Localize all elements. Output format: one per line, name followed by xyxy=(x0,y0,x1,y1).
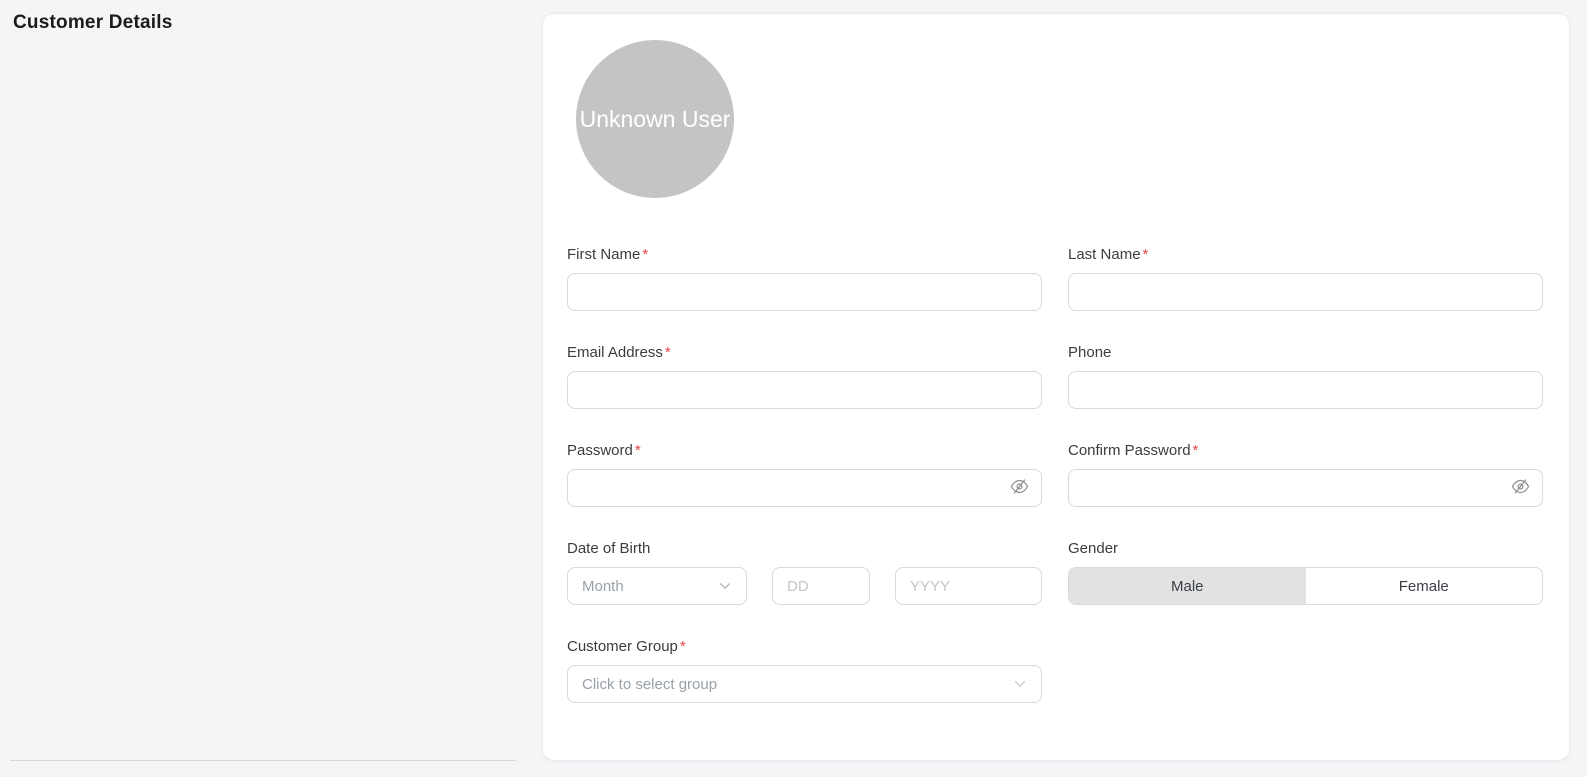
first-name-label-text: First Name xyxy=(567,246,641,263)
gender-option-female[interactable]: Female xyxy=(1306,568,1543,604)
phone-input[interactable] xyxy=(1068,371,1543,409)
left-panel-divider xyxy=(10,760,516,761)
confirm-password-input[interactable] xyxy=(1068,469,1543,507)
gender-toggle-group: Male Female xyxy=(1068,567,1543,605)
phone-label: Phone xyxy=(1068,344,1543,362)
page-title: Customer Details xyxy=(13,12,173,33)
required-mark: * xyxy=(634,442,641,459)
email-label: Email Address * xyxy=(567,344,1042,362)
confirm-password-label-text: Confirm Password xyxy=(1068,442,1191,459)
password-label-text: Password xyxy=(567,442,633,459)
field-gender: Gender Male Female xyxy=(1068,540,1543,605)
password-visibility-toggle[interactable] xyxy=(1010,478,1029,498)
field-password: Password * xyxy=(567,442,1042,507)
dob-label: Date of Birth xyxy=(567,540,1042,558)
required-mark: * xyxy=(664,344,671,361)
field-confirm-password: Confirm Password * xyxy=(1068,442,1543,507)
required-mark: * xyxy=(1142,246,1149,263)
dob-label-text: Date of Birth xyxy=(567,540,651,557)
required-mark: * xyxy=(642,246,649,263)
dob-month-placeholder: Month xyxy=(582,577,624,595)
field-date-of-birth: Date of Birth Month xyxy=(567,540,1042,605)
last-name-label-text: Last Name xyxy=(1068,246,1141,263)
last-name-input[interactable] xyxy=(1068,273,1543,311)
customer-group-select[interactable]: Click to select group xyxy=(567,665,1042,703)
customer-form: First Name * Last Name * Email Address * Ph… xyxy=(567,246,1543,703)
field-last-name: Last Name * xyxy=(1068,246,1543,311)
required-mark: * xyxy=(679,638,686,655)
dob-day-input[interactable] xyxy=(772,567,870,605)
gender-label: Gender xyxy=(1068,540,1543,558)
dob-controls: Month xyxy=(567,567,1042,605)
password-input-wrap xyxy=(567,469,1042,507)
avatar-label: Unknown User xyxy=(579,105,731,132)
customer-details-card: Unknown User First Name * Last Name * Emai… xyxy=(542,13,1570,761)
email-input[interactable] xyxy=(567,371,1042,409)
last-name-label: Last Name * xyxy=(1068,246,1543,264)
password-input[interactable] xyxy=(567,469,1042,507)
eye-invisible-icon xyxy=(1511,478,1530,498)
field-first-name: First Name * xyxy=(567,246,1042,311)
first-name-label: First Name * xyxy=(567,246,1042,264)
email-label-text: Email Address xyxy=(567,344,663,361)
field-email: Email Address * xyxy=(567,344,1042,409)
customer-group-placeholder: Click to select group xyxy=(582,675,718,693)
confirm-password-visibility-toggle[interactable] xyxy=(1511,478,1530,498)
left-panel: Customer Details xyxy=(0,0,533,777)
confirm-password-input-wrap xyxy=(1068,469,1543,507)
field-customer-group: Customer Group * Click to select group xyxy=(567,638,1042,703)
password-label: Password * xyxy=(567,442,1042,460)
chevron-down-icon xyxy=(1013,677,1027,691)
phone-label-text: Phone xyxy=(1068,344,1112,361)
confirm-password-label: Confirm Password * xyxy=(1068,442,1543,460)
eye-invisible-icon xyxy=(1010,478,1029,498)
chevron-down-icon xyxy=(718,579,732,593)
dob-month-select[interactable]: Month xyxy=(567,567,747,605)
required-mark: * xyxy=(1192,442,1199,459)
first-name-input[interactable] xyxy=(567,273,1042,311)
customer-group-label: Customer Group * xyxy=(567,638,1042,656)
gender-option-male[interactable]: Male xyxy=(1069,568,1306,604)
field-phone: Phone xyxy=(1068,344,1543,409)
customer-group-label-text: Customer Group xyxy=(567,638,678,655)
gender-label-text: Gender xyxy=(1068,540,1119,557)
dob-year-input[interactable] xyxy=(895,567,1042,605)
avatar: Unknown User xyxy=(576,40,734,198)
